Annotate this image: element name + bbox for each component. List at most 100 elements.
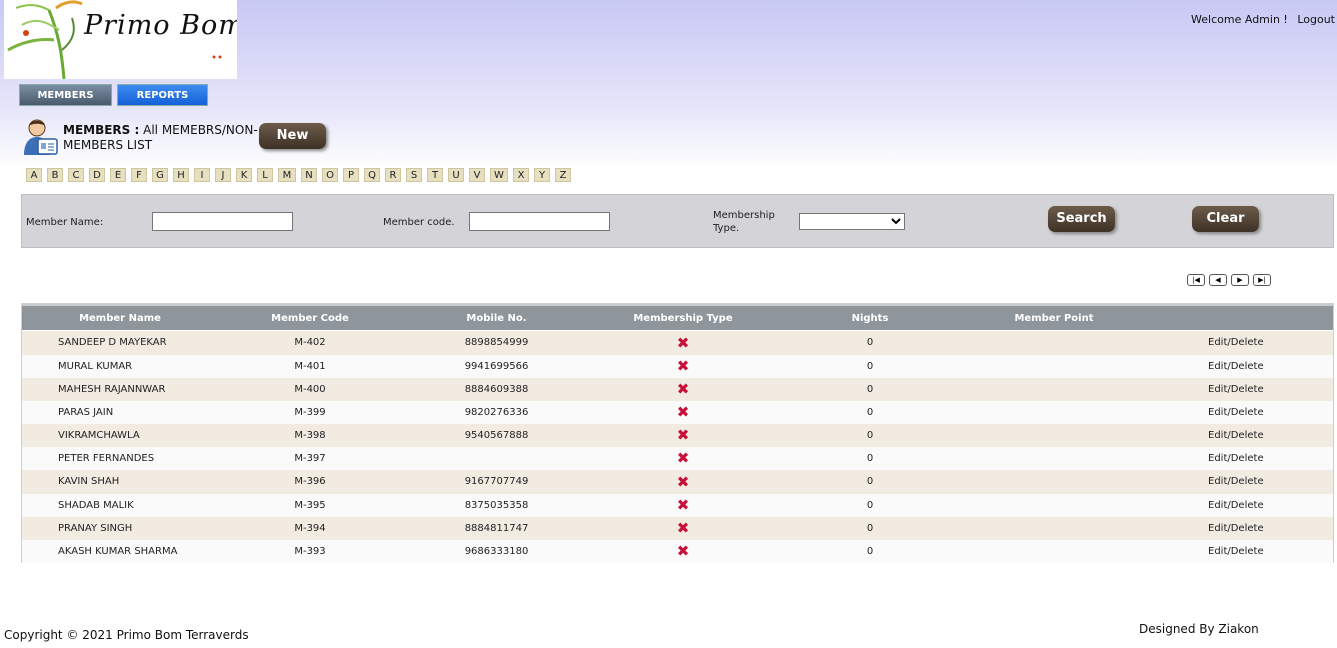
- member-name-cell: AKASH KUMAR SHARMA: [58, 546, 178, 557]
- table-row: SANDEEP D MAYEKAR M-402 8898854999 0 Edit/De…: [22, 331, 1333, 355]
- logo: Primo Bom: [4, 0, 237, 79]
- edit-delete-link[interactable]: Edit/Delete: [1208, 447, 1264, 470]
- col-member-name: Member Name: [79, 313, 161, 324]
- alphabet-letter-x[interactable]: X: [513, 168, 529, 182]
- col-member-point: Member Point: [1014, 313, 1094, 324]
- member-name-cell: PETER FERNANDES: [58, 453, 155, 464]
- search-button[interactable]: Search: [1048, 206, 1115, 232]
- table-row: PETER FERNANDES M-397 0 Edit/Delete ✖: [22, 447, 1333, 470]
- prev-page-button[interactable]: ◀: [1209, 274, 1227, 286]
- table-row: AKASH KUMAR SHARMA M-393 9686333180 0 Edit/D…: [22, 540, 1333, 563]
- alphabet-letter-k[interactable]: K: [236, 168, 252, 182]
- member-name-cell: VIKRAMCHAWLA: [58, 430, 140, 441]
- member-code-cell: M-394: [294, 523, 326, 534]
- membership-type-cell: ✖: [668, 331, 698, 358]
- membership-type-cell: ✖: [668, 494, 698, 519]
- next-page-button[interactable]: ▶: [1231, 274, 1249, 286]
- alphabet-letter-d[interactable]: D: [89, 168, 105, 182]
- member-code-cell: M-398: [294, 430, 326, 441]
- edit-delete-link[interactable]: Edit/Delete: [1208, 540, 1264, 563]
- alphabet-letter-y[interactable]: Y: [534, 168, 550, 182]
- alphabet-letter-q[interactable]: Q: [364, 168, 380, 182]
- logout-link[interactable]: Logout: [1297, 13, 1335, 26]
- member-name-cell: PARAS JAIN: [58, 407, 114, 418]
- table-row: VIKRAMCHAWLA M-398 9540567888 0 Edit/Delete ✖: [22, 424, 1333, 447]
- alphabet-letter-e[interactable]: E: [110, 168, 126, 182]
- member-name-cell: KAVIN SHAH: [58, 476, 120, 487]
- member-name-input[interactable]: [152, 212, 293, 231]
- red-x-icon: ✖: [676, 449, 690, 467]
- table-row: PARAS JAIN M-399 9820276336 0 Edit/Delete ✖: [22, 401, 1333, 424]
- table-row: KAVIN SHAH M-396 9167707749 0 Edit/Delete ✖: [22, 470, 1333, 494]
- mobile-cell: 9540567888: [464, 430, 529, 441]
- edit-delete-link[interactable]: Edit/Delete: [1208, 424, 1264, 447]
- alphabet-letter-g[interactable]: G: [152, 168, 168, 182]
- member-name-cell: MAHESH RAJANNWAR: [58, 384, 166, 395]
- red-x-icon: ✖: [676, 334, 690, 352]
- tab-reports[interactable]: REPORTS: [117, 84, 208, 106]
- membership-type-label: Membership Type.: [713, 210, 775, 234]
- red-x-icon: ✖: [676, 403, 690, 421]
- member-code-cell: M-399: [294, 407, 326, 418]
- alphabet-letter-m[interactable]: M: [278, 168, 296, 182]
- alphabet-letter-z[interactable]: Z: [555, 168, 571, 182]
- alphabet-letter-o[interactable]: O: [322, 168, 338, 182]
- alphabet-letter-w[interactable]: W: [490, 168, 508, 182]
- copyright-text: Copyright © 2021 Primo Bom Terraverds: [4, 628, 249, 642]
- member-name-cell: SHADAB MALIK: [58, 500, 134, 511]
- alphabet-letter-t[interactable]: T: [427, 168, 443, 182]
- edit-delete-link[interactable]: Edit/Delete: [1208, 494, 1264, 517]
- alphabet-letter-s[interactable]: S: [406, 168, 422, 182]
- membership-type-cell: ✖: [668, 447, 698, 472]
- alphabet-letter-v[interactable]: V: [469, 168, 485, 182]
- col-member-code: Member Code: [271, 313, 349, 324]
- edit-delete-link[interactable]: Edit/Delete: [1208, 355, 1264, 378]
- nights-cell: 0: [866, 546, 874, 557]
- member-code-input[interactable]: [469, 212, 610, 231]
- first-page-button[interactable]: |◀: [1187, 274, 1205, 286]
- members-table: Member Name Member Code Mobile No. Membe…: [21, 303, 1334, 563]
- alphabet-letter-i[interactable]: I: [194, 168, 210, 182]
- alphabet-letter-l[interactable]: L: [257, 168, 273, 182]
- new-button[interactable]: New: [259, 123, 326, 149]
- col-nights: Nights: [851, 313, 889, 324]
- alphabet-letter-h[interactable]: H: [173, 168, 189, 182]
- last-page-button[interactable]: ▶|: [1253, 274, 1271, 286]
- member-name-cell: SANDEEP D MAYEKAR: [58, 337, 167, 348]
- membership-type-cell: ✖: [668, 401, 698, 426]
- user-links: Welcome Admin ! Logout: [1185, 13, 1335, 26]
- tab-members[interactable]: MEMBERS: [19, 84, 112, 106]
- member-code-cell: M-393: [294, 546, 326, 557]
- red-x-icon: ✖: [676, 473, 690, 491]
- alphabet-letter-f[interactable]: F: [131, 168, 147, 182]
- alphabet-letter-p[interactable]: P: [343, 168, 359, 182]
- red-x-icon: ✖: [676, 519, 690, 537]
- alphabet-letter-j[interactable]: J: [215, 168, 231, 182]
- search-panel: Member Name: Member code. Membership Typ…: [21, 194, 1334, 248]
- nights-cell: 0: [866, 361, 874, 372]
- table-row: MAHESH RAJANNWAR M-400 8884609388 0 Edit/Del…: [22, 378, 1333, 401]
- edit-delete-link[interactable]: Edit/Delete: [1208, 331, 1264, 355]
- alphabet-letter-n[interactable]: N: [301, 168, 317, 182]
- alphabet-letter-u[interactable]: U: [448, 168, 464, 182]
- alphabet-letter-c[interactable]: C: [68, 168, 84, 182]
- edit-delete-link[interactable]: Edit/Delete: [1208, 378, 1264, 401]
- red-x-icon: ✖: [676, 496, 690, 514]
- member-code-cell: M-400: [294, 384, 326, 395]
- col-mobile-no: Mobile No.: [466, 313, 527, 324]
- designed-by-text: Designed By Ziakon: [1139, 622, 1259, 636]
- membership-type-cell: ✖: [668, 355, 698, 380]
- member-code-cell: M-395: [294, 500, 326, 511]
- edit-delete-link[interactable]: Edit/Delete: [1208, 401, 1264, 424]
- membership-type-cell: ✖: [668, 540, 698, 565]
- edit-delete-link[interactable]: Edit/Delete: [1208, 470, 1264, 494]
- edit-delete-link[interactable]: Edit/Delete: [1208, 517, 1264, 540]
- alphabet-letter-r[interactable]: R: [385, 168, 401, 182]
- alphabet-letter-a[interactable]: A: [26, 168, 42, 182]
- membership-type-select[interactable]: [799, 213, 905, 230]
- clear-button[interactable]: Clear: [1192, 206, 1259, 232]
- member-code-cell: M-397: [294, 453, 326, 464]
- alphabet-letter-b[interactable]: B: [47, 168, 63, 182]
- nights-cell: 0: [866, 407, 874, 418]
- welcome-text: Welcome Admin !: [1191, 13, 1288, 26]
